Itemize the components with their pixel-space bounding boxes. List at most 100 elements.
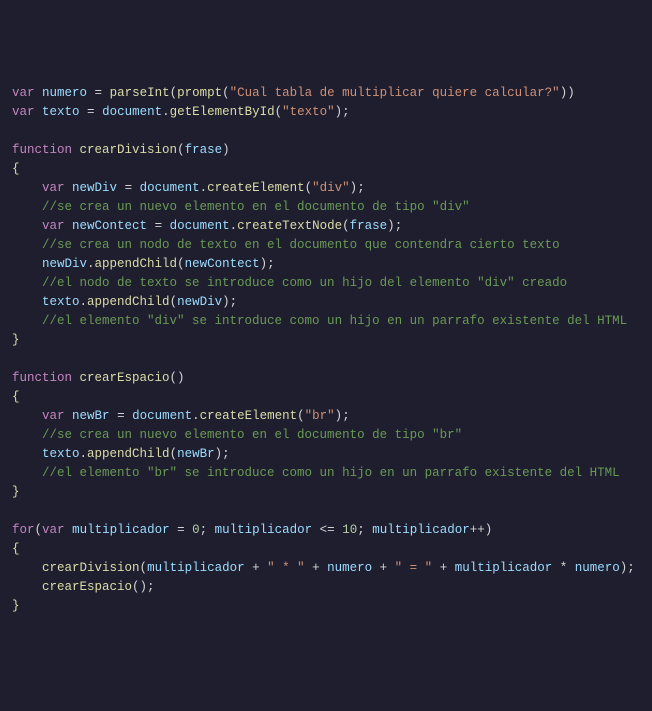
identifier: newDiv <box>177 295 222 309</box>
keyword-var: var <box>42 523 65 537</box>
object: document <box>102 105 162 119</box>
identifier: multiplicador <box>72 523 170 537</box>
identifier: texto <box>42 295 80 309</box>
code-line: crearDivision(multiplicador + " * " + nu… <box>12 559 640 578</box>
number-literal: 0 <box>192 523 200 537</box>
function-call: appendChild <box>95 257 178 271</box>
identifier: newBr <box>177 447 215 461</box>
code-line: } <box>12 331 640 350</box>
code-line: //se crea un nuevo elemento en el docume… <box>12 426 640 445</box>
operator: + <box>245 561 268 575</box>
code-line: texto.appendChild(newBr); <box>12 445 640 464</box>
identifier: texto <box>42 105 80 119</box>
function-name: crearDivision <box>80 143 178 157</box>
code-line: crearEspacio(); <box>12 578 640 597</box>
code-line: //el elemento "br" se introduce como un … <box>12 464 640 483</box>
operator: <= <box>312 523 342 537</box>
keyword-function: function <box>12 371 72 385</box>
identifier: numero <box>575 561 620 575</box>
number-literal: 10 <box>342 523 357 537</box>
operator: = <box>87 86 110 100</box>
identifier: newDiv <box>72 181 117 195</box>
string-literal: "Cual tabla de multiplicar quiere calcul… <box>230 86 560 100</box>
comment: //el elemento "br" se introduce como un … <box>42 466 620 480</box>
blank-line <box>12 350 640 369</box>
identifier: multiplicador <box>215 523 313 537</box>
operator: = <box>147 219 170 233</box>
parameter: frase <box>185 143 223 157</box>
object: document <box>132 409 192 423</box>
operator: ++ <box>470 523 485 537</box>
function-name: crearEspacio <box>80 371 170 385</box>
code-editor[interactable]: var numero = parseInt(prompt("Cual tabla… <box>12 84 640 616</box>
keyword-var: var <box>42 219 65 233</box>
string-literal: "div" <box>312 181 350 195</box>
comment: //se crea un nodo de texto en el documen… <box>42 238 560 252</box>
string-literal: " = " <box>395 561 433 575</box>
code-line: var newBr = document.createElement("br")… <box>12 407 640 426</box>
function-call: getElementById <box>170 105 275 119</box>
blank-line <box>12 502 640 521</box>
keyword-var: var <box>12 105 35 119</box>
punctuation: ; <box>357 523 372 537</box>
operator: = <box>110 409 133 423</box>
function-call: crearDivision <box>42 561 140 575</box>
keyword-var: var <box>42 409 65 423</box>
code-line: function crearEspacio() <box>12 369 640 388</box>
code-line: { <box>12 160 640 179</box>
operator: = <box>170 523 193 537</box>
identifier: multiplicador <box>147 561 245 575</box>
function-call: appendChild <box>87 295 170 309</box>
function-call: appendChild <box>87 447 170 461</box>
operator: + <box>305 561 328 575</box>
code-line: var numero = parseInt(prompt("Cual tabla… <box>12 84 640 103</box>
object: document <box>170 219 230 233</box>
code-line: { <box>12 388 640 407</box>
code-line: for(var multiplicador = 0; multiplicador… <box>12 521 640 540</box>
identifier: newDiv <box>42 257 87 271</box>
identifier: texto <box>42 447 80 461</box>
operator: + <box>372 561 395 575</box>
code-line: //el elemento "div" se introduce como un… <box>12 312 640 331</box>
code-line: //se crea un nuevo elemento en el docume… <box>12 198 640 217</box>
string-literal: "texto" <box>282 105 335 119</box>
comment: //el elemento "div" se introduce como un… <box>42 314 627 328</box>
code-line: texto.appendChild(newDiv); <box>12 293 640 312</box>
code-line: } <box>12 483 640 502</box>
keyword-var: var <box>42 181 65 195</box>
code-line: } <box>12 597 640 616</box>
keyword-var: var <box>12 86 35 100</box>
keyword-for: for <box>12 523 35 537</box>
code-line: var newContect = document.createTextNode… <box>12 217 640 236</box>
identifier: numero <box>327 561 372 575</box>
function-call: createElement <box>207 181 305 195</box>
code-line: var texto = document.getElementById("tex… <box>12 103 640 122</box>
function-call: prompt <box>177 86 222 100</box>
code-line: newDiv.appendChild(newContect); <box>12 255 640 274</box>
identifier: newContect <box>72 219 147 233</box>
string-literal: "br" <box>305 409 335 423</box>
function-call: createTextNode <box>237 219 342 233</box>
punctuation: ; <box>200 523 215 537</box>
identifier: multiplicador <box>372 523 470 537</box>
identifier: newBr <box>72 409 110 423</box>
code-line: //el nodo de texto se introduce como un … <box>12 274 640 293</box>
operator: = <box>80 105 103 119</box>
comment: //se crea un nuevo elemento en el docume… <box>42 200 470 214</box>
operator: + <box>432 561 455 575</box>
identifier: numero <box>42 86 87 100</box>
function-call: parseInt <box>110 86 170 100</box>
code-line: function crearDivision(frase) <box>12 141 640 160</box>
identifier: frase <box>350 219 388 233</box>
function-call: crearEspacio <box>42 580 132 594</box>
keyword-function: function <box>12 143 72 157</box>
function-call: createElement <box>200 409 298 423</box>
operator: = <box>117 181 140 195</box>
identifier: newContect <box>185 257 260 271</box>
string-literal: " * " <box>267 561 305 575</box>
comment: //el nodo de texto se introduce como un … <box>42 276 567 290</box>
code-line: //se crea un nodo de texto en el documen… <box>12 236 640 255</box>
operator: * <box>552 561 575 575</box>
object: document <box>140 181 200 195</box>
identifier: multiplicador <box>455 561 553 575</box>
